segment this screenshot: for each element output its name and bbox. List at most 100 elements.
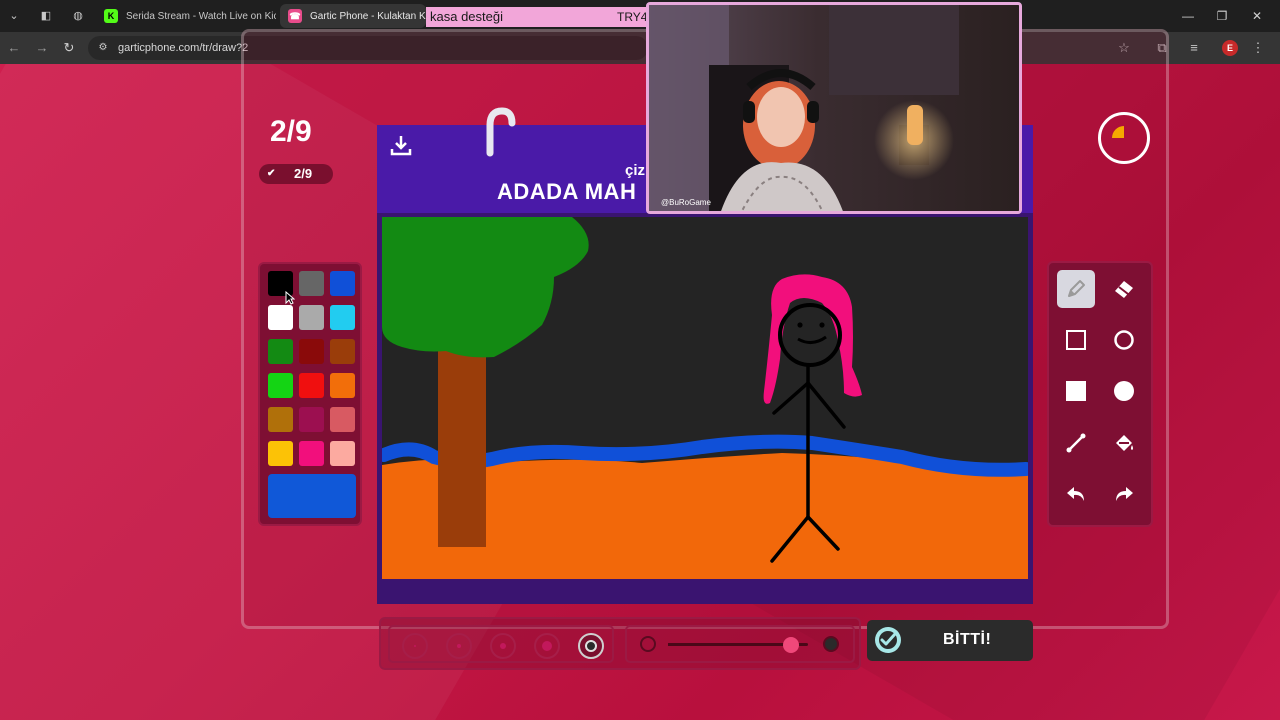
color-swatch[interactable]	[330, 305, 355, 330]
color-swatch[interactable]	[268, 373, 293, 398]
reload-icon[interactable]: ↻	[59, 38, 79, 58]
color-swatch[interactable]	[268, 441, 293, 466]
brush-size-dot	[500, 643, 506, 649]
square-filled-icon	[1066, 381, 1086, 401]
minimize-icon[interactable]: —	[1178, 6, 1198, 26]
restore-icon[interactable]: ❐	[1212, 6, 1232, 26]
brush-size-option[interactable]	[446, 633, 472, 659]
color-swatch[interactable]	[299, 305, 324, 330]
done-button[interactable]: BİTTİ!	[867, 620, 1033, 661]
round-counter: 2/9	[270, 115, 312, 148]
hook-decoration-icon	[486, 107, 516, 157]
tab-title: Gartic Phone - Kulaktan Kulağa	[310, 10, 426, 22]
fill-bucket-tool[interactable]	[1105, 424, 1143, 462]
brush-size-option[interactable]	[578, 633, 604, 659]
opacity-slider-group	[625, 625, 855, 663]
undo-tool[interactable]	[1057, 475, 1095, 513]
timer-icon	[1098, 112, 1150, 164]
brush-size-dot	[414, 645, 416, 647]
menu-kebab-icon[interactable]: ⋮	[1248, 38, 1268, 58]
forward-icon[interactable]: →	[32, 38, 52, 58]
color-swatch[interactable]	[299, 407, 324, 432]
redo-icon	[1116, 487, 1133, 501]
rectangle-fill-tool[interactable]	[1057, 372, 1095, 410]
opacity-slider-fill	[668, 643, 792, 646]
site-settings-icon[interactable]: ⚙	[96, 41, 110, 55]
brush-settings-panel	[379, 617, 861, 670]
color-swatch[interactable]	[330, 373, 355, 398]
tool-panel	[1047, 261, 1153, 527]
eraser-icon	[1115, 281, 1133, 298]
current-color-preview	[268, 474, 356, 518]
eraser-tool[interactable]	[1105, 270, 1143, 308]
media-controls-icon[interactable]: ≡	[1184, 38, 1204, 58]
line-icon	[1066, 433, 1086, 453]
globe-icon[interactable]: ◍	[68, 6, 88, 26]
round-pill-text: 2/9	[294, 166, 313, 181]
stream-overlay-banner: kasa desteği TRY4	[426, 7, 650, 27]
brush-size-group	[388, 625, 614, 663]
browser-tab-bar: ⌄ ◧ ◍ K Serida Stream - Watch Live on Ki…	[0, 0, 1280, 32]
round-status-badge: ✔ 2/9	[259, 164, 333, 184]
color-swatch[interactable]	[299, 271, 324, 296]
color-swatch[interactable]	[330, 441, 355, 466]
circle-filled-icon	[1114, 381, 1134, 401]
line-tool[interactable]	[1057, 424, 1095, 462]
color-swatch[interactable]	[268, 339, 293, 364]
tab-kick-stream[interactable]: K Serida Stream - Watch Live on Kick ✕	[96, 4, 276, 28]
drawing-canvas[interactable]	[382, 217, 1028, 579]
download-icon[interactable]	[389, 133, 413, 157]
webcam-label: @BuRoGame	[661, 198, 711, 207]
drawing-area	[377, 213, 1033, 604]
color-swatch[interactable]	[299, 441, 324, 466]
done-button-label: BİTTİ!	[943, 631, 992, 648]
banner-code: TRY4	[617, 10, 648, 24]
kick-logo-icon: K	[104, 9, 118, 23]
circle-outline-icon	[1114, 330, 1134, 350]
close-window-icon[interactable]: ✕	[1247, 6, 1267, 26]
phone-logo-icon: ☎	[288, 9, 302, 23]
pinned-tab-icon[interactable]: ◧	[36, 6, 56, 26]
redo-tool[interactable]	[1105, 475, 1143, 513]
webcam-overlay: @BuRoGame	[646, 2, 1022, 214]
pen-tool[interactable]	[1057, 270, 1095, 308]
color-swatch[interactable]	[330, 339, 355, 364]
brush-size-dot	[457, 644, 461, 648]
back-icon[interactable]: ←	[4, 38, 24, 58]
tab-title: Serida Stream - Watch Live on Kick	[126, 10, 276, 22]
color-swatch[interactable]	[330, 407, 355, 432]
brush-size-option[interactable]	[490, 633, 516, 659]
color-swatch[interactable]	[268, 407, 293, 432]
url-text: garticphone.com/tr/draw?2	[118, 42, 249, 54]
banner-text: kasa desteği	[430, 9, 503, 24]
tab-gartic-phone[interactable]: ☎ Gartic Phone - Kulaktan Kulağa	[280, 4, 426, 28]
brush-size-option[interactable]	[534, 633, 560, 659]
undo-icon	[1067, 487, 1084, 501]
square-outline-icon	[1066, 330, 1086, 350]
rectangle-outline-tool[interactable]	[1057, 321, 1095, 359]
circle-fill-tool[interactable]	[1105, 372, 1143, 410]
profile-avatar[interactable]: E	[1222, 40, 1238, 56]
mouse-cursor-icon	[285, 291, 295, 305]
webcam-feed-image	[649, 5, 1019, 211]
prompt-text: ADADA MAH	[497, 179, 637, 204]
color-palette	[258, 262, 362, 526]
paint-bucket-icon	[1116, 435, 1133, 451]
tab-search-icon[interactable]: ⌄	[4, 6, 24, 26]
pencil-icon	[1068, 280, 1085, 297]
brush-size-dot	[542, 641, 552, 651]
brush-size-dot	[585, 640, 597, 652]
color-swatch[interactable]	[330, 271, 355, 296]
tree-trunk	[438, 343, 486, 547]
checkmark-icon	[875, 627, 901, 653]
color-swatch[interactable]	[299, 373, 324, 398]
prompt-label: çiz	[625, 162, 646, 179]
color-swatch[interactable]	[268, 305, 293, 330]
color-swatch[interactable]	[299, 339, 324, 364]
opacity-slider-handle[interactable]	[783, 637, 800, 653]
opacity-min-icon	[640, 636, 656, 652]
opacity-slider[interactable]	[668, 637, 808, 653]
circle-outline-tool[interactable]	[1105, 321, 1143, 359]
opacity-max-icon	[823, 636, 839, 652]
brush-size-option[interactable]	[402, 633, 428, 659]
